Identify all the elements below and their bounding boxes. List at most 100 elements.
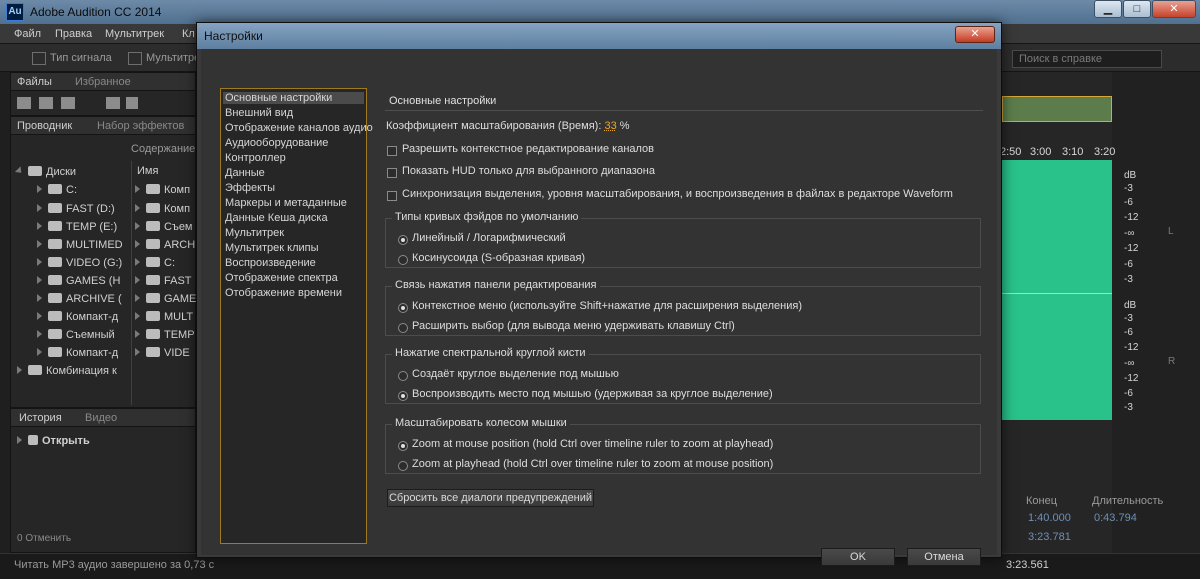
help-search-input[interactable]: Поиск в справке	[1012, 50, 1162, 68]
category-effects[interactable]: Эффекты	[225, 182, 275, 194]
zoom-playhead-radio[interactable]	[398, 461, 408, 471]
category-spectral-displays[interactable]: Отображение спектра	[225, 272, 338, 284]
list-item[interactable]: Съем	[135, 221, 193, 233]
menu-file[interactable]: Файл	[14, 28, 41, 40]
tree-item-drive[interactable]: ARCHIVE (	[37, 293, 122, 305]
brush-create-label[interactable]: Создаёт круглое выделение под мышью	[412, 368, 619, 380]
category-audio-hardware[interactable]: Аудиооборудование	[225, 137, 328, 149]
tree-item-drive[interactable]: C:	[37, 184, 77, 196]
waveform-display[interactable]	[1000, 160, 1112, 420]
expand-arrow-icon[interactable]	[135, 258, 140, 266]
tab-explorer[interactable]: Проводник	[17, 120, 72, 132]
list-item[interactable]: MULT	[135, 311, 193, 323]
expand-arrow-icon[interactable]	[135, 276, 140, 284]
tree-item-drive[interactable]: VIDEO (G:)	[37, 257, 122, 269]
hud-checkbox[interactable]	[387, 168, 397, 178]
overview-bar[interactable]	[1002, 96, 1112, 122]
expand-arrow-icon[interactable]	[37, 240, 42, 248]
tab-history[interactable]: История	[19, 412, 62, 424]
dialog-close-button[interactable]: ✕	[955, 26, 995, 43]
context-menu-label[interactable]: Контекстное меню (используйте Shift+нажа…	[412, 300, 802, 312]
zoom-mouse-label[interactable]: Zoom at mouse position (hold Ctrl over t…	[412, 438, 773, 450]
context-edit-label[interactable]: Разрешить контекстное редактирование кан…	[402, 143, 654, 155]
fade-cosine-label[interactable]: Косинусоида (S-образная кривая)	[412, 252, 585, 264]
tree-item-shortcuts[interactable]: Комбинация к	[17, 365, 117, 377]
category-general[interactable]: Основные настройки	[223, 92, 364, 104]
tree-item-disks[interactable]: Диски	[14, 166, 76, 178]
column-name-header[interactable]: Имя	[137, 165, 158, 177]
tree-item-drive[interactable]: Съемный	[37, 329, 115, 341]
tree-item-drive[interactable]: Компакт-д	[37, 347, 118, 359]
brush-play-radio[interactable]	[398, 391, 408, 401]
list-item[interactable]: Комп	[135, 203, 190, 215]
hud-label[interactable]: Показать HUD только для выбранного диапа…	[402, 165, 655, 177]
expand-arrow-icon[interactable]	[37, 258, 42, 266]
zoom-mouse-radio[interactable]	[398, 441, 408, 451]
tree-item-drive[interactable]: TEMP (E:)	[37, 221, 117, 233]
dialog-titlebar[interactable]: Настройки ✕	[197, 23, 1001, 49]
tab-favorites[interactable]: Избранное	[75, 76, 131, 88]
fade-cosine-radio[interactable]	[398, 255, 408, 265]
expand-arrow-icon[interactable]	[37, 294, 42, 302]
category-media-disk-cache[interactable]: Данные Кеша диска	[225, 212, 328, 224]
extend-selection-radio[interactable]	[398, 323, 408, 333]
fade-linear-radio[interactable]	[398, 235, 408, 245]
list-item[interactable]: TEMP	[135, 329, 195, 341]
reset-warnings-button[interactable]: Сбросить все диалоги предупреждений	[387, 489, 594, 507]
channel-r-label[interactable]: R	[1168, 356, 1175, 367]
history-item[interactable]: Открыть	[17, 435, 90, 447]
category-audio-channel-mapping[interactable]: Отображение каналов аудио	[225, 122, 373, 134]
waveform-view-button[interactable]: Тип сигнала	[28, 49, 112, 67]
tree-item-drive[interactable]: Компакт-д	[37, 311, 118, 323]
expand-arrow-icon[interactable]	[37, 276, 42, 284]
tab-effects-rack[interactable]: Набор эффектов	[97, 120, 184, 132]
channel-l-label[interactable]: L	[1168, 226, 1174, 237]
tree-item-drive[interactable]: FAST (D:)	[37, 203, 115, 215]
category-playback[interactable]: Воспроизведение	[225, 257, 316, 269]
sync-selection-label[interactable]: Синхронизация выделения, уровня масштаби…	[402, 188, 953, 200]
column-divider[interactable]	[131, 161, 132, 405]
expand-arrow-icon[interactable]	[135, 222, 140, 230]
list-item[interactable]: ARCH	[135, 239, 195, 251]
expand-arrow-icon[interactable]	[135, 204, 140, 212]
category-multitrack-clips[interactable]: Мультитрек клипы	[225, 242, 319, 254]
expand-arrow-icon[interactable]	[135, 348, 140, 356]
expand-arrow-icon[interactable]	[37, 185, 42, 193]
list-item[interactable]: C:	[135, 257, 175, 269]
category-multitrack[interactable]: Мультитрек	[225, 227, 284, 239]
menu-edit[interactable]: Правка	[55, 28, 92, 40]
minimize-button[interactable]: ▁	[1094, 0, 1122, 18]
category-markers-metadata[interactable]: Маркеры и метаданные	[225, 197, 347, 209]
end-value-2[interactable]: 3:23.781	[1028, 531, 1071, 543]
category-time-display[interactable]: Отображение времени	[225, 287, 342, 299]
menu-multitrack[interactable]: Мультитрек	[105, 28, 164, 40]
expand-arrow-icon[interactable]	[135, 185, 140, 193]
fade-linear-label[interactable]: Линейный / Логарифмический	[412, 232, 566, 244]
expand-arrow-icon[interactable]	[135, 294, 140, 302]
zoom-playhead-label[interactable]: Zoom at playhead (hold Ctrl over timelin…	[412, 458, 773, 470]
expand-arrow-icon[interactable]	[14, 166, 25, 176]
ok-button[interactable]: OK	[821, 548, 895, 566]
context-edit-checkbox[interactable]	[387, 146, 397, 156]
import-icon[interactable]	[39, 97, 53, 109]
extend-selection-label[interactable]: Расширить выбор (для вывода меню удержив…	[412, 320, 735, 332]
expand-arrow-icon[interactable]	[135, 330, 140, 338]
end-value[interactable]: 1:40.000	[1028, 512, 1071, 524]
zoom-factor-value[interactable]: 33	[604, 120, 616, 132]
trash-icon[interactable]	[126, 97, 138, 109]
list-item[interactable]: Комп	[135, 184, 190, 196]
category-appearance[interactable]: Внешний вид	[225, 107, 293, 119]
tree-item-drive[interactable]: GAMES (H	[37, 275, 120, 287]
expand-arrow-icon[interactable]	[37, 204, 42, 212]
brush-play-label[interactable]: Воспроизводить место под мышью (удержива…	[412, 388, 773, 400]
close-button[interactable]: ✕	[1152, 0, 1196, 18]
expand-arrow-icon[interactable]	[37, 330, 42, 338]
brush-create-radio[interactable]	[398, 371, 408, 381]
expand-arrow-icon[interactable]	[135, 240, 140, 248]
menu-clip[interactable]: Кл	[182, 28, 195, 40]
expand-arrow-icon[interactable]	[37, 348, 42, 356]
list-item[interactable]: VIDE	[135, 347, 190, 359]
category-control-surface[interactable]: Контроллер	[225, 152, 286, 164]
expand-arrow-icon[interactable]	[37, 222, 42, 230]
open-folder-icon[interactable]	[17, 97, 31, 109]
